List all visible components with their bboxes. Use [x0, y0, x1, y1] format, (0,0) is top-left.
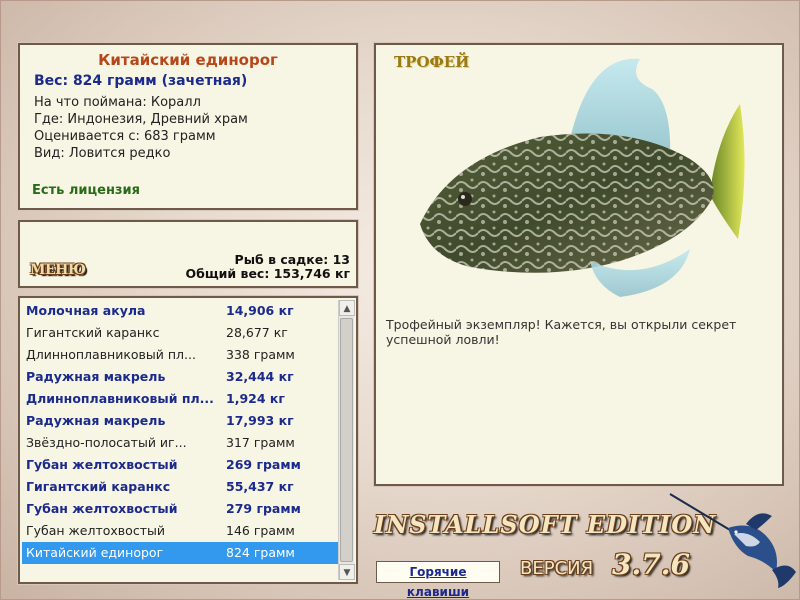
list-item-weight: 269 грамм: [226, 457, 301, 472]
scroll-thumb[interactable]: [340, 318, 353, 562]
fish-valued-from: Оценивается с: 683 грамм: [34, 129, 216, 144]
list-item-weight: 32,444 кг: [226, 369, 294, 384]
list-item-weight: 824 грамм: [226, 545, 295, 560]
catch-list-panel: Молочная акула 14,906 кг Гигантский каранк…: [18, 296, 358, 584]
list-item[interactable]: Радужная макрель 17,993 кг: [22, 410, 340, 432]
list-item-weight: 17,993 кг: [226, 413, 294, 428]
license-status: Есть лицензия: [32, 183, 140, 198]
list-item-name: Длинноплавниковый пл...: [26, 391, 214, 406]
hotkeys-button[interactable]: Горячие клавиши: [376, 561, 500, 599]
scroll-down-icon[interactable]: ▼: [339, 564, 355, 580]
list-item-weight: 14,906 кг: [226, 303, 294, 318]
list-item-weight: 1,924 кг: [226, 391, 285, 406]
fish-title: Китайский единорог: [98, 51, 278, 69]
trophy-panel: ТРОФЕЙ Трофейный экземпляр! Кажется, вы …: [374, 43, 784, 486]
list-item[interactable]: Губан желтохвостый 269 грамм: [22, 454, 340, 476]
keepnet-summary-panel: МЕНЮ Рыб в садке: 13 Общий вес: 153,746 …: [18, 220, 358, 288]
keepnet-total-weight: Общий вес: 153,746 кг: [185, 266, 351, 281]
trophy-description: Трофейный экземпляр! Кажется, вы открыли…: [386, 317, 737, 347]
list-item[interactable]: Молочная акула 14,906 кг: [22, 300, 340, 322]
list-item-name: Радужная макрель: [26, 413, 166, 428]
fish-location: Где: Индонезия, Древний храм: [34, 112, 248, 127]
list-item-name: Гигантский каранкс: [26, 325, 160, 340]
list-item-name: Китайский единорог: [26, 545, 164, 560]
list-item[interactable]: Звёздно-полосатый иг... 317 грамм: [22, 432, 340, 454]
list-item-name: Молочная акула: [26, 303, 146, 318]
list-item-name: Длинноплавниковый пл...: [26, 347, 196, 362]
menu-button[interactable]: МЕНЮ: [30, 262, 86, 278]
marlin-logo-icon: [669, 493, 796, 588]
list-item[interactable]: Губан желтохвостый 146 грамм: [22, 520, 340, 542]
fish-weight: Вес: 824 грамм (зачетная): [34, 73, 248, 89]
fish-rarity: Вид: Ловится редко: [34, 146, 171, 161]
list-item-weight: 55,437 кг: [226, 479, 294, 494]
list-item-name: Радужная макрель: [26, 369, 166, 384]
list-item[interactable]: Длинноплавниковый пл... 1,924 кг: [22, 388, 340, 410]
fish-info-panel: Китайский единорог Вес: 824 грамм (зачет…: [18, 43, 358, 210]
edition-logo-text: INSTALLSOFT EDITION: [374, 510, 717, 539]
list-item-weight: 317 грамм: [226, 435, 295, 450]
list-item-weight: 146 грамм: [226, 523, 295, 538]
list-item[interactable]: Губан желтохвостый 279 грамм: [22, 498, 340, 520]
version-label: ВЕРСИЯ: [520, 558, 594, 579]
list-item-name: Губан желтохвостый: [26, 457, 178, 472]
list-item-weight: 338 грамм: [226, 347, 295, 362]
list-item-weight: 28,677 кг: [226, 325, 288, 340]
list-item[interactable]: Радужная макрель 32,444 кг: [22, 366, 340, 388]
scroll-up-icon[interactable]: ▲: [339, 300, 355, 316]
catch-list: Молочная акула 14,906 кг Гигантский каранк…: [22, 300, 340, 564]
list-item[interactable]: Гигантский каранкс 28,677 кг: [22, 322, 340, 344]
list-item-name: Звёздно-полосатый иг...: [26, 435, 187, 450]
list-item-weight: 279 грамм: [226, 501, 301, 516]
list-item-name: Губан желтохвостый: [26, 523, 165, 538]
list-item[interactable]: Длинноплавниковый пл... 338 грамм: [22, 344, 340, 366]
list-item[interactable]: Китайский единорог 824 грамм: [22, 542, 340, 564]
list-item-name: Гигантский каранкс: [26, 479, 171, 494]
list-item-name: Губан желтохвостый: [26, 501, 178, 516]
fish-bait: На что поймана: Коралл: [34, 95, 201, 110]
catch-list-scrollbar[interactable]: ▲ ▼: [338, 300, 355, 580]
keepnet-fish-count: Рыб в садке: 13: [234, 252, 350, 267]
list-item[interactable]: Гигантский каранкс 55,437 кг: [22, 476, 340, 498]
filefish-image: [420, 58, 745, 297]
